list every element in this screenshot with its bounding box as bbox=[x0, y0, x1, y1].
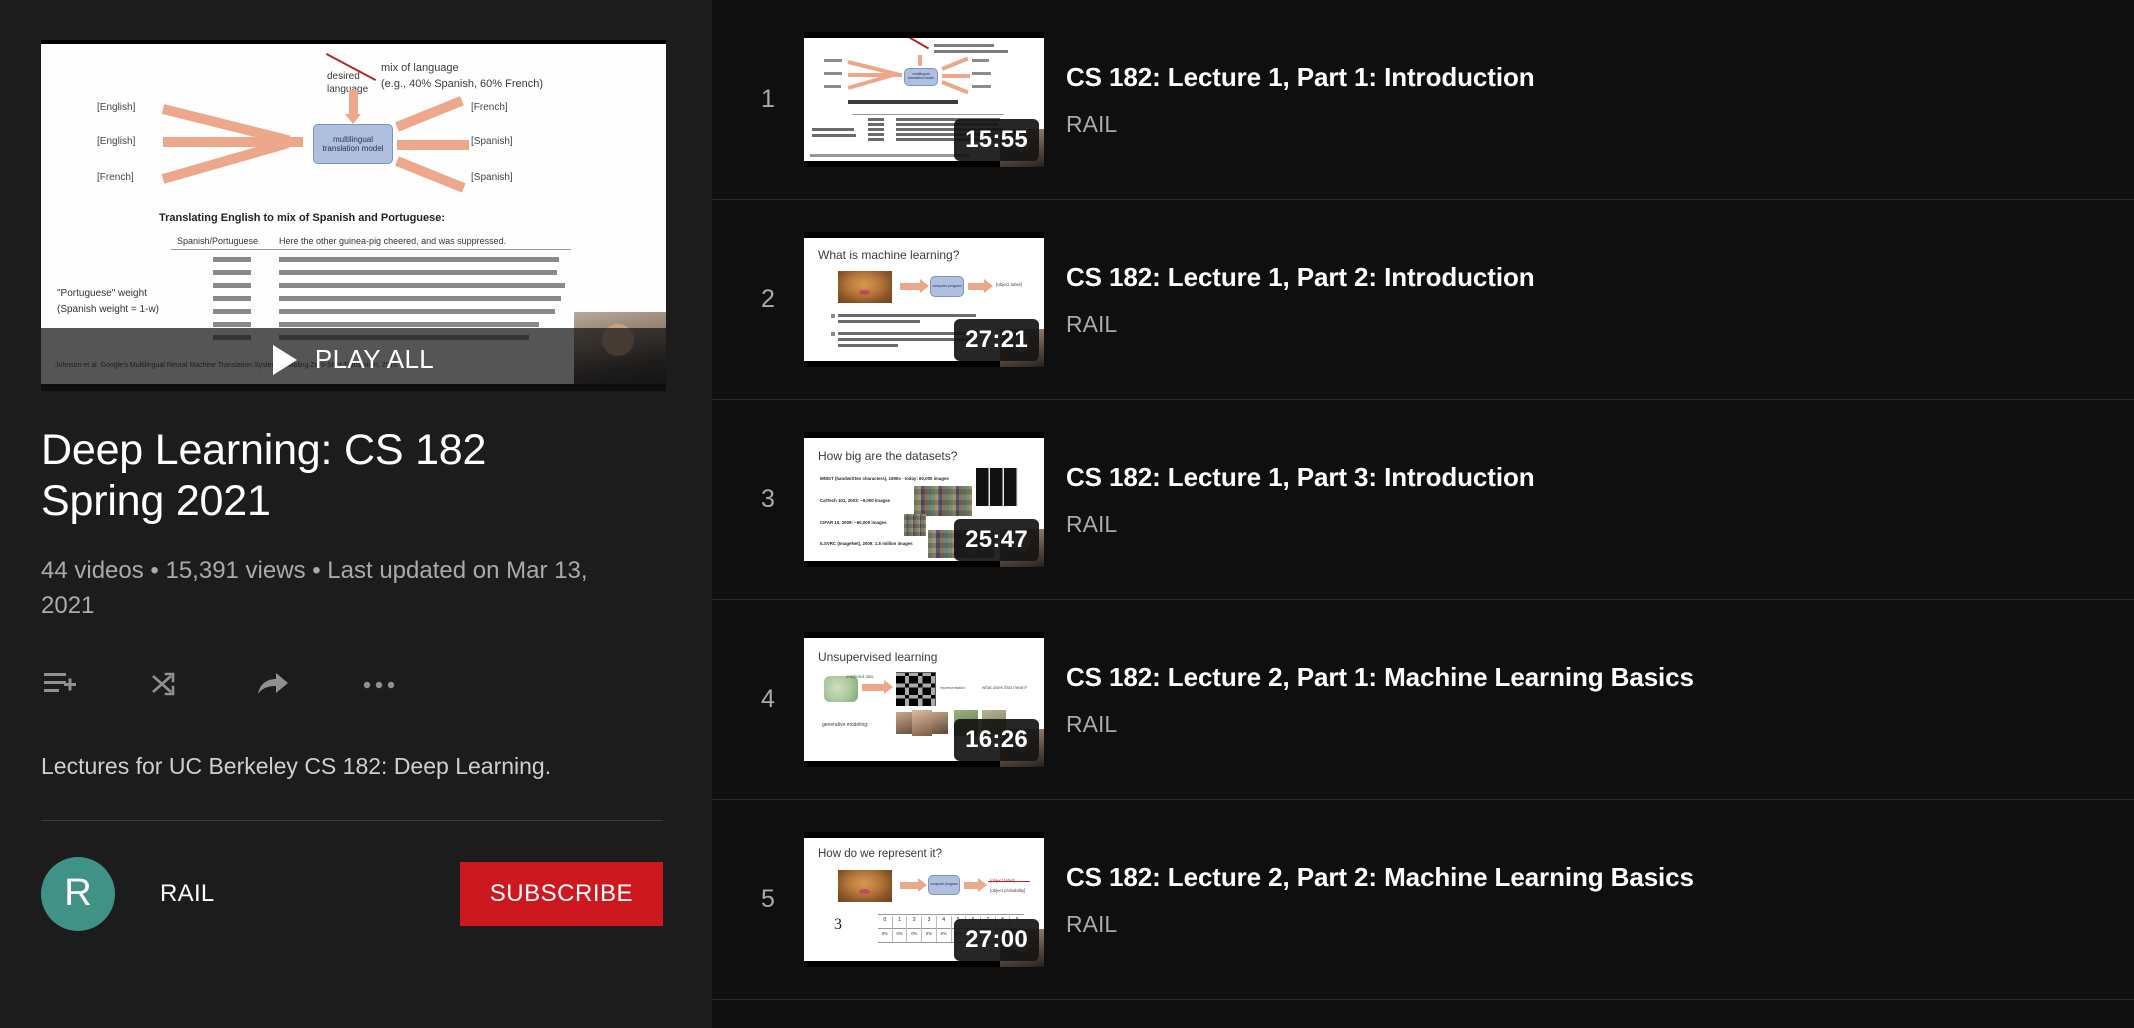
playlist-info-panel: mix of language (e.g., 40% Spanish, 60% … bbox=[0, 0, 712, 1028]
video-text: CS 182: Lecture 1, Part 2: Introduction … bbox=[1066, 262, 1535, 338]
play-all-label: PLAY ALL bbox=[315, 344, 434, 375]
video-index: 2 bbox=[740, 285, 796, 314]
hero-output-label-1: [French] bbox=[471, 102, 508, 113]
hero-input-label-2: [English] bbox=[97, 136, 135, 147]
hero-input-label-3: [French] bbox=[97, 172, 134, 183]
video-duration: 27:21 bbox=[954, 319, 1039, 361]
hero-table-rule bbox=[171, 249, 571, 250]
channel-name[interactable]: RAIL bbox=[160, 880, 215, 908]
hero-output-label-3: [Spanish] bbox=[471, 172, 513, 183]
video-list-item[interactable]: 1 multilingual translation model bbox=[712, 0, 2134, 200]
video-list-item[interactable]: 3 How big are the datasets? MNIST (handw… bbox=[712, 400, 2134, 600]
playlist-meta: 44 videos • 15,391 views • Last updated … bbox=[41, 554, 641, 622]
video-thumbnail[interactable]: multilingual translation model bbox=[804, 32, 1044, 167]
video-list-item[interactable]: 4 Unsupervised learning unlabeled data r… bbox=[712, 600, 2134, 800]
video-title[interactable]: CS 182: Lecture 1, Part 1: Introduction bbox=[1066, 62, 1535, 93]
play-all-button[interactable]: PLAY ALL bbox=[41, 328, 666, 391]
video-text: CS 182: Lecture 1, Part 1: Introduction … bbox=[1066, 62, 1535, 138]
hero-slide-caption: Translating English to mix of Spanish an… bbox=[159, 212, 445, 224]
video-thumbnail[interactable]: How big are the datasets? MNIST (handwri… bbox=[804, 432, 1044, 567]
playlist-page: mix of language (e.g., 40% Spanish, 60% … bbox=[0, 0, 2134, 1028]
video-title[interactable]: CS 182: Lecture 2, Part 2: Machine Learn… bbox=[1066, 862, 1694, 893]
video-thumbnail[interactable]: How do we represent it? computer program… bbox=[804, 832, 1044, 967]
shuffle-icon[interactable] bbox=[147, 665, 187, 705]
video-duration: 27:00 bbox=[954, 919, 1039, 961]
video-channel[interactable]: RAIL bbox=[1066, 511, 1535, 538]
video-list-item[interactable]: 5 How do we represent it? computer progr… bbox=[712, 800, 2134, 1000]
video-list-item[interactable]: 2 What is machine learning? computer pro… bbox=[712, 200, 2134, 400]
hero-output-arrow-3 bbox=[395, 156, 466, 192]
video-index: 5 bbox=[740, 885, 796, 914]
hero-arrow-down bbox=[349, 90, 358, 116]
playlist-title: Deep Learning: CS 182 Spring 2021 bbox=[41, 425, 581, 526]
video-title[interactable]: CS 182: Lecture 2, Part 1: Machine Learn… bbox=[1066, 662, 1694, 693]
video-text: CS 182: Lecture 2, Part 1: Machine Learn… bbox=[1066, 662, 1694, 738]
video-thumbnail[interactable]: What is machine learning? computer progr… bbox=[804, 232, 1044, 367]
video-text: CS 182: Lecture 2, Part 2: Machine Learn… bbox=[1066, 862, 1694, 938]
video-channel[interactable]: RAIL bbox=[1066, 111, 1535, 138]
hero-output-arrow-1 bbox=[395, 96, 464, 131]
video-duration: 15:55 bbox=[954, 119, 1039, 161]
video-channel[interactable]: RAIL bbox=[1066, 911, 1694, 938]
hero-arrow-down-head bbox=[345, 114, 361, 124]
hero-center-box: multilingual translation model bbox=[313, 124, 393, 164]
hero-output-label-2: [Spanish] bbox=[471, 136, 513, 147]
hero-top-label-2: (e.g., 40% Spanish, 60% French) bbox=[381, 78, 543, 90]
playlist-description: Lectures for UC Berkeley CS 182: Deep Le… bbox=[41, 753, 666, 780]
channel-avatar[interactable]: R bbox=[41, 857, 115, 931]
playlist-hero-thumbnail[interactable]: mix of language (e.g., 40% Spanish, 60% … bbox=[41, 40, 666, 391]
playlist-actions bbox=[41, 665, 666, 705]
hero-weight-note-2: (Spanish weight = 1-w) bbox=[57, 304, 159, 315]
video-index: 1 bbox=[740, 85, 796, 114]
hero-input-label-1: [English] bbox=[97, 102, 135, 113]
share-icon[interactable] bbox=[253, 665, 293, 705]
hero-table-head-right: Here the other guinea-pig cheered, and w… bbox=[279, 236, 506, 246]
video-duration: 16:26 bbox=[954, 719, 1039, 761]
hero-weight-note-1: "Portuguese" weight bbox=[57, 288, 147, 299]
video-title[interactable]: CS 182: Lecture 1, Part 2: Introduction bbox=[1066, 262, 1535, 293]
hero-output-arrow-2 bbox=[397, 140, 469, 150]
video-text: CS 182: Lecture 1, Part 3: Introduction … bbox=[1066, 462, 1535, 538]
video-index: 4 bbox=[740, 685, 796, 714]
video-channel[interactable]: RAIL bbox=[1066, 311, 1535, 338]
playlist-divider bbox=[41, 820, 663, 821]
channel-row: R RAIL SUBSCRIBE bbox=[41, 857, 663, 931]
video-title[interactable]: CS 182: Lecture 1, Part 3: Introduction bbox=[1066, 462, 1535, 493]
playlist-video-list[interactable]: 1 multilingual translation model bbox=[712, 0, 2134, 1028]
video-duration: 25:47 bbox=[954, 519, 1039, 561]
play-icon bbox=[273, 345, 297, 375]
hero-table-head-left: Spanish/Portuguese bbox=[177, 236, 258, 246]
subscribe-button[interactable]: SUBSCRIBE bbox=[460, 862, 663, 926]
video-index: 3 bbox=[740, 485, 796, 514]
more-options-icon[interactable] bbox=[359, 665, 399, 705]
video-thumbnail[interactable]: Unsupervised learning unlabeled data rep… bbox=[804, 632, 1044, 767]
hero-top-label-1: mix of language bbox=[381, 62, 459, 74]
save-to-playlist-icon[interactable] bbox=[41, 665, 81, 705]
video-channel[interactable]: RAIL bbox=[1066, 711, 1694, 738]
